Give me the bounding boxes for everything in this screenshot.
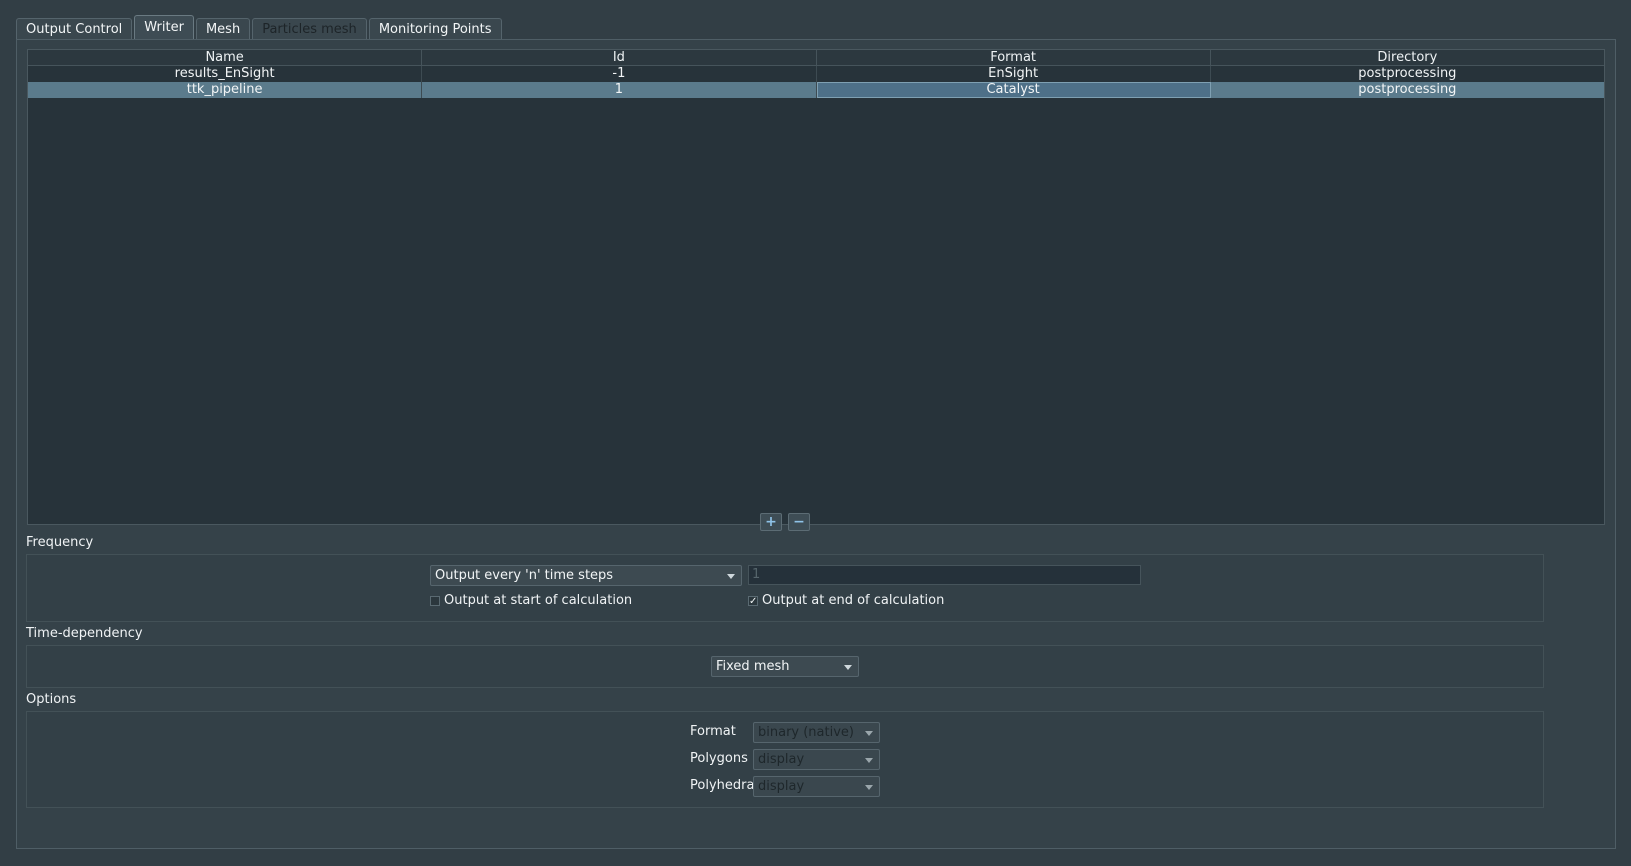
frequency-n-input[interactable]: 1	[748, 565, 1141, 585]
cell-id[interactable]: -1	[422, 66, 817, 82]
column-header-format[interactable]: Format	[817, 50, 1211, 65]
cell-directory[interactable]: postprocessing	[1211, 82, 1604, 98]
chevron-down-icon	[865, 731, 873, 736]
output-start-checkbox[interactable]	[430, 595, 440, 606]
chevron-down-icon	[865, 785, 873, 790]
remove-writer-button[interactable]: −	[788, 513, 810, 531]
options-title: Options	[26, 692, 77, 707]
tab-particles-mesh: Particles mesh	[252, 18, 367, 39]
frequency-title: Frequency	[26, 535, 94, 550]
table-header: Name Id Format Directory	[28, 50, 1604, 66]
cell-name[interactable]: ttk_pipeline	[28, 82, 423, 98]
tab-bar: Output Control Writer Mesh Particles mes…	[16, 15, 502, 39]
writer-window: Output Control Writer Mesh Particles mes…	[0, 0, 1631, 866]
output-end-checkbox[interactable]: ✓	[748, 595, 758, 606]
chevron-down-icon	[727, 574, 735, 579]
writer-panel: Name Id Format Directory results_EnSight…	[16, 39, 1616, 849]
time-dependency-title: Time-dependency	[26, 626, 143, 641]
table-row[interactable]: results_EnSight -1 EnSight postprocessin…	[28, 66, 1604, 82]
cell-directory[interactable]: postprocessing	[1211, 66, 1604, 82]
polyhedra-label: Polyhedra	[690, 778, 755, 793]
cell-name[interactable]: results_EnSight	[28, 66, 423, 82]
time-dependency-group: Fixed mesh	[26, 645, 1544, 688]
output-end-checkbox-row[interactable]: ✓ Output at end of calculation	[748, 593, 944, 608]
cell-format[interactable]: EnSight	[817, 66, 1211, 82]
frequency-group: Output every 'n' time steps 1 Output at …	[26, 554, 1544, 622]
frequency-mode-value: Output every 'n' time steps	[435, 568, 614, 583]
polygons-select[interactable]: display	[753, 749, 880, 770]
polyhedra-value: display	[758, 779, 805, 794]
frequency-mode-select[interactable]: Output every 'n' time steps	[430, 565, 742, 586]
column-header-directory[interactable]: Directory	[1211, 50, 1604, 65]
format-select[interactable]: binary (native)	[753, 722, 880, 743]
column-header-id[interactable]: Id	[422, 50, 817, 65]
output-start-label: Output at start of calculation	[444, 593, 633, 608]
column-header-name[interactable]: Name	[28, 50, 423, 65]
time-dependency-value: Fixed mesh	[716, 659, 790, 674]
cell-id[interactable]: 1	[422, 82, 817, 98]
polyhedra-select[interactable]: display	[753, 776, 880, 797]
writer-table[interactable]: Name Id Format Directory results_EnSight…	[27, 49, 1605, 525]
chevron-down-icon	[865, 758, 873, 763]
table-row-selected[interactable]: ttk_pipeline 1 Catalyst postprocessing	[28, 82, 1604, 98]
chevron-down-icon	[844, 665, 852, 670]
tab-writer[interactable]: Writer	[134, 15, 194, 39]
polygons-value: display	[758, 752, 805, 767]
format-label: Format	[690, 724, 736, 739]
format-value: binary (native)	[758, 725, 854, 740]
cell-format-current[interactable]: Catalyst	[816, 82, 1211, 98]
tab-output-control[interactable]: Output Control	[16, 18, 133, 39]
tab-monitoring-points[interactable]: Monitoring Points	[368, 18, 502, 39]
polygons-label: Polygons	[690, 751, 748, 766]
options-group: Format binary (native) Polygons display …	[26, 711, 1544, 808]
output-end-label: Output at end of calculation	[762, 593, 945, 608]
add-writer-button[interactable]: +	[760, 513, 782, 531]
tab-mesh[interactable]: Mesh	[195, 18, 251, 39]
time-dependency-select[interactable]: Fixed mesh	[711, 656, 859, 677]
output-start-checkbox-row[interactable]: Output at start of calculation	[430, 593, 632, 608]
